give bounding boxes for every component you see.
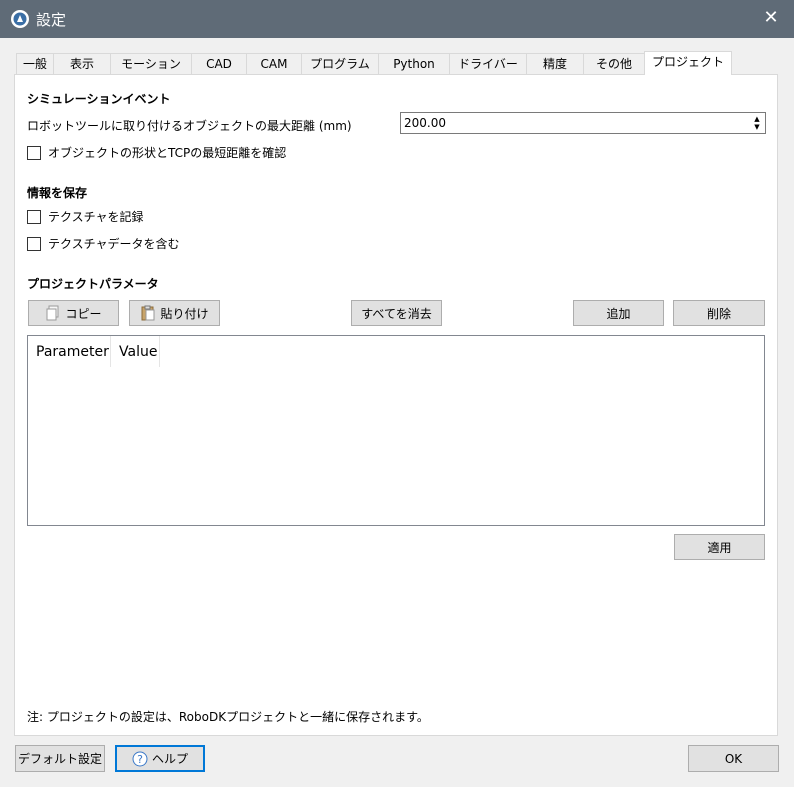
project-params-title: プロジェクトパラメータ [27, 277, 159, 291]
clear-all-button[interactable]: すべてを消去 [351, 300, 442, 326]
tab-display[interactable]: 表示 [53, 53, 111, 75]
tab-cad[interactable]: CAD [191, 53, 247, 75]
tab-accuracy[interactable]: 精度 [526, 53, 584, 75]
copy-button-label: コピー [65, 306, 102, 321]
max-distance-spinbox[interactable]: 200.00 ▲ ▼ [400, 112, 766, 134]
tab-general[interactable]: 一般 [16, 53, 54, 75]
tab-program[interactable]: プログラム [301, 53, 379, 75]
ok-button[interactable]: OK [688, 745, 779, 772]
project-settings-note: 注: プロジェクトの設定は、RoboDKプロジェクトと一緒に保存されます。 [27, 710, 429, 724]
help-icon: ? [132, 751, 148, 767]
tab-cam[interactable]: CAM [246, 53, 302, 75]
include-texture-data-label: テクスチャデータを含む [48, 237, 180, 251]
save-info-title: 情報を保存 [27, 186, 88, 200]
tab-python[interactable]: Python [378, 53, 450, 75]
title-bar: 設定 ✕ [0, 0, 794, 38]
help-button[interactable]: ? ヘルプ [115, 745, 205, 772]
copy-button[interactable]: コピー [28, 300, 119, 326]
tab-motion[interactable]: モーション [110, 53, 192, 75]
paste-icon [140, 305, 156, 321]
spin-down-icon[interactable]: ▼ [754, 123, 759, 131]
simulation-events-title: シミュレーションイベント [27, 92, 171, 106]
apply-button[interactable]: 適用 [674, 534, 765, 560]
help-button-label: ヘルプ [151, 752, 188, 766]
tab-bar: 一般 表示 モーション CAD CAM プログラム Python ドライバー 精… [16, 51, 732, 75]
column-header-parameter[interactable]: Parameter [28, 336, 111, 367]
robodk-logo-icon [11, 10, 29, 28]
record-texture-checkbox[interactable] [27, 209, 41, 224]
svg-text:?: ? [137, 753, 143, 766]
delete-button[interactable]: 削除 [673, 300, 765, 326]
check-shape-row[interactable]: オブジェクトの形状とTCPの最短距離を確認 [27, 144, 286, 161]
parameter-table[interactable]: Parameter Value [27, 335, 765, 526]
close-icon[interactable]: ✕ [762, 9, 780, 27]
project-settings-panel: シミュレーションイベント ロボットツールに取り付けるオブジェクトの最大距離 (m… [14, 74, 778, 736]
record-texture-label: テクスチャを記録 [48, 210, 144, 224]
add-button[interactable]: 追加 [573, 300, 664, 326]
max-distance-value[interactable]: 200.00 [401, 116, 750, 130]
max-distance-label: ロボットツールに取り付けるオブジェクトの最大距離 (mm) [27, 119, 352, 133]
copy-icon [45, 305, 61, 321]
column-header-value[interactable]: Value [111, 336, 160, 367]
window-title: 設定 [36, 10, 67, 29]
record-texture-row[interactable]: テクスチャを記録 [27, 208, 144, 225]
tab-other[interactable]: その他 [583, 53, 645, 75]
include-texture-data-checkbox[interactable] [27, 236, 41, 251]
tab-driver[interactable]: ドライバー [449, 53, 527, 75]
paste-button[interactable]: 貼り付け [129, 300, 220, 326]
check-shape-label: オブジェクトの形状とTCPの最短距離を確認 [48, 146, 287, 160]
spin-arrows[interactable]: ▲ ▼ [750, 113, 764, 133]
paste-button-label: 貼り付け [160, 306, 209, 321]
default-settings-button[interactable]: デフォルト設定 [15, 745, 105, 772]
check-shape-checkbox[interactable] [27, 145, 41, 160]
tab-project[interactable]: プロジェクト [644, 51, 732, 75]
include-texture-data-row[interactable]: テクスチャデータを含む [27, 235, 180, 252]
spin-up-icon[interactable]: ▲ [754, 115, 759, 123]
